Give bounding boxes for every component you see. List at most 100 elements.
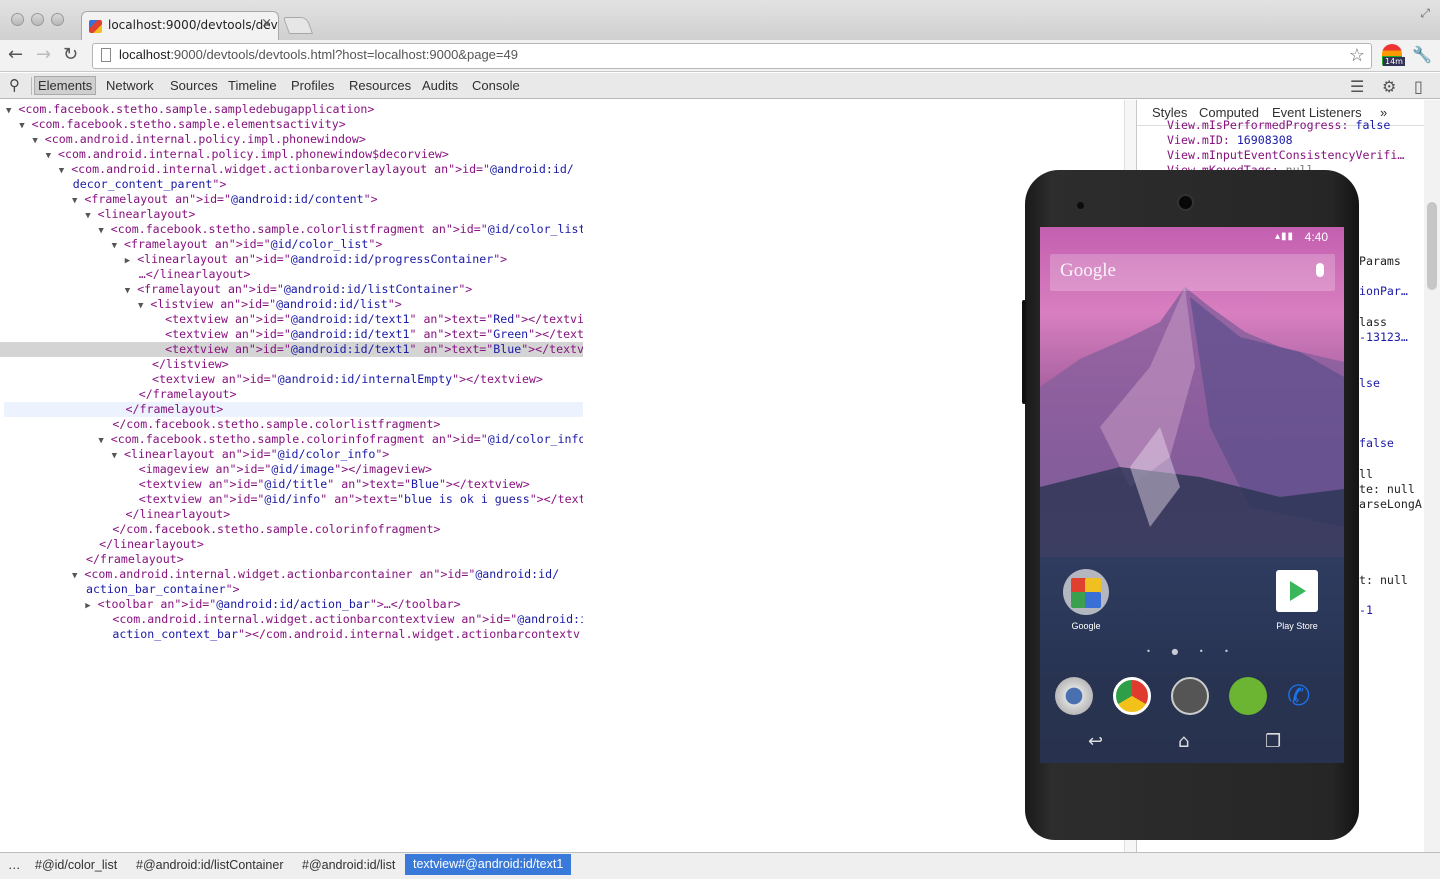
- dom-tree-row[interactable]: <textview an">id="@android:id/text1" an"…: [151, 312, 583, 327]
- dom-tree-row[interactable]: <textview an">id="@id/info" an">text="bl…: [125, 492, 583, 507]
- dom-tree-row[interactable]: </com.facebook.stetho.sample.colorinfofr…: [98, 522, 440, 537]
- dom-tree-row[interactable]: ▼ <linearlayout an">id="@id/color_info">: [112, 447, 390, 462]
- expand-triangle-icon[interactable]: ▼: [138, 301, 143, 311]
- extension-icon[interactable]: 14m: [1382, 44, 1405, 66]
- dom-tree-row[interactable]: ▼ <com.android.internal.widget.actionbar…: [59, 162, 574, 177]
- recents-key-icon[interactable]: ❐: [1265, 731, 1281, 752]
- dom-tree-row[interactable]: <textview an">id="@android:id/internalEm…: [138, 372, 543, 387]
- expand-triangle-icon[interactable]: ▼: [72, 571, 77, 581]
- tab-close-icon[interactable]: ×: [261, 16, 272, 31]
- back-arrow-icon[interactable]: ←: [8, 44, 23, 66]
- dom-tree-row[interactable]: ▼ <listview an">id="@android:id/list">: [138, 297, 402, 312]
- window-restore-icon[interactable]: ⤢: [1420, 6, 1430, 21]
- dom-tree-row[interactable]: </listview>: [138, 357, 229, 372]
- reload-icon[interactable]: ↻: [63, 44, 78, 66]
- inspect-search-icon[interactable]: ⚲: [9, 76, 20, 94]
- extension-badge: 14m: [1383, 57, 1405, 66]
- google-search-bar[interactable]: Google: [1050, 254, 1335, 291]
- expand-triangle-icon[interactable]: ▼: [32, 136, 37, 146]
- dom-tree-row[interactable]: ▼ <com.facebook.stetho.sample.elementsac…: [19, 117, 346, 132]
- wrench-menu-icon[interactable]: 🔧: [1412, 45, 1432, 64]
- dom-tree-row[interactable]: </framelayout>: [72, 552, 184, 567]
- breadcrumb-ellipsis[interactable]: …: [8, 858, 21, 872]
- dock-icon[interactable]: ▯: [1414, 77, 1423, 96]
- expand-triangle-icon[interactable]: ▼: [6, 106, 11, 116]
- dom-tree-row[interactable]: </framelayout>: [112, 402, 224, 417]
- new-tab-button[interactable]: [282, 17, 314, 34]
- phone-dialer-icon[interactable]: ✆: [1287, 677, 1325, 715]
- address-bar[interactable]: localhost:9000/devtools/devtools.html?ho…: [92, 43, 1372, 69]
- dom-tree-row[interactable]: ▼ <linearlayout>: [85, 207, 195, 222]
- dom-tree-row[interactable]: ▼ <com.android.internal.policy.impl.phon…: [46, 147, 449, 162]
- tab-network[interactable]: Network: [106, 77, 154, 94]
- dom-tree-row[interactable]: ▼ <framelayout an">id="@id/color_list">: [112, 237, 383, 252]
- window-minimize-button[interactable]: [31, 13, 44, 26]
- tab-sources[interactable]: Sources: [170, 77, 218, 94]
- bookmark-star-icon[interactable]: ☆: [1349, 45, 1365, 66]
- expand-triangle-icon[interactable]: ▼: [98, 436, 103, 446]
- dom-tree-row[interactable]: ▼ <com.android.internal.widget.actionbar…: [72, 567, 559, 582]
- phone-status-bar: ▴▮▮ 4:40: [1040, 227, 1344, 249]
- tab-console[interactable]: Console: [472, 77, 520, 94]
- sidebar-scrollbar[interactable]: [1424, 100, 1440, 852]
- hangouts-icon[interactable]: [1229, 677, 1267, 715]
- breadcrumb-selected-textview[interactable]: textview#@android:id/text1: [405, 854, 572, 875]
- window-maximize-button[interactable]: [51, 13, 64, 26]
- dom-tree-row[interactable]: ▼ <com.android.internal.policy.impl.phon…: [32, 132, 365, 147]
- expand-triangle-icon[interactable]: ▶: [125, 256, 130, 266]
- expand-triangle-icon[interactable]: ▼: [72, 196, 77, 206]
- dom-tree-row[interactable]: </linearlayout>: [112, 507, 231, 522]
- back-key-icon[interactable]: ↩: [1088, 731, 1103, 752]
- dom-tree-row[interactable]: </com.facebook.stetho.sample.colorlistfr…: [98, 417, 440, 432]
- dom-tree-row[interactable]: <textview an">id="@android:id/text1" an"…: [151, 327, 583, 342]
- dom-tree-row[interactable]: <imageview an">id="@id/image"></imagevie…: [125, 462, 432, 477]
- breadcrumb-list[interactable]: #@android:id/list: [302, 858, 395, 872]
- dom-tree-row[interactable]: ▼ <com.facebook.stetho.sample.colorlistf…: [98, 222, 583, 237]
- dom-tree-row[interactable]: ▶ <toolbar an">id="@android:id/action_ba…: [85, 597, 460, 612]
- dom-tree-row[interactable]: ▼ <framelayout an">id="@android:id/conte…: [72, 192, 378, 207]
- mic-icon[interactable]: [1316, 263, 1324, 277]
- dom-tree-row[interactable]: ▼ <framelayout an">id="@android:id/listC…: [125, 282, 473, 297]
- window-close-button[interactable]: [11, 13, 24, 26]
- console-drawer-icon[interactable]: ☰: [1350, 77, 1364, 96]
- tab-audits[interactable]: Audits: [422, 77, 458, 94]
- dom-tree-row[interactable]: <textview an">id="@id/title" an">text="B…: [125, 477, 530, 492]
- breadcrumb-color-list[interactable]: #@id/color_list: [35, 858, 117, 872]
- expand-triangle-icon[interactable]: ▼: [98, 226, 103, 236]
- tab-profiles[interactable]: Profiles: [291, 77, 334, 94]
- dom-tree-row[interactable]: </linearlayout>: [85, 537, 204, 552]
- forward-arrow-icon[interactable]: →: [36, 44, 51, 66]
- expand-triangle-icon[interactable]: ▼: [59, 166, 64, 176]
- google-folder-icon[interactable]: [1063, 569, 1109, 615]
- expand-triangle-icon[interactable]: ▼: [46, 151, 51, 161]
- dom-tree-row[interactable]: </framelayout>: [125, 387, 237, 402]
- dom-tree-row[interactable]: ▼ <com.facebook.stetho.sample.colorinfof…: [98, 432, 583, 447]
- breadcrumb-list-container[interactable]: #@android:id/listContainer: [136, 858, 284, 872]
- dom-tree-row[interactable]: action_bar_container">: [72, 582, 240, 597]
- dom-tree-row[interactable]: ▼ <com.facebook.stetho.sample.sampledebu…: [6, 102, 374, 117]
- page-indicator: • ● • •: [1146, 647, 1238, 656]
- gear-icon[interactable]: ⚙: [1382, 77, 1396, 96]
- dom-tree-row[interactable]: ▶ <linearlayout an">id="@android:id/prog…: [125, 252, 507, 267]
- camera-icon[interactable]: [1055, 677, 1093, 715]
- chrome-icon[interactable]: [1113, 677, 1151, 715]
- tab-timeline[interactable]: Timeline: [228, 77, 277, 94]
- expand-triangle-icon[interactable]: ▼: [125, 286, 130, 296]
- expand-triangle-icon[interactable]: ▼: [112, 241, 117, 251]
- home-key-icon[interactable]: ⌂: [1178, 731, 1189, 752]
- browser-tab[interactable]: localhost:9000/devtools/dev ×: [81, 11, 279, 40]
- dom-tree-row[interactable]: <textview an">id="@android:id/text1" an"…: [151, 342, 583, 357]
- tab-elements[interactable]: Elements: [34, 76, 97, 95]
- dom-tree-row[interactable]: action_context_bar"></com.android.intern…: [98, 627, 580, 642]
- expand-triangle-icon[interactable]: ▼: [112, 451, 117, 461]
- dom-tree-row[interactable]: …</linearlayout>: [125, 267, 251, 282]
- play-store-icon[interactable]: [1276, 570, 1318, 612]
- scrollbar-thumb[interactable]: [1427, 202, 1437, 290]
- expand-triangle-icon[interactable]: ▼: [19, 121, 24, 131]
- dom-tree-row[interactable]: decor_content_parent">: [59, 177, 227, 192]
- tab-resources[interactable]: Resources: [349, 77, 411, 94]
- app-drawer-icon[interactable]: [1171, 677, 1209, 715]
- dom-tree-row[interactable]: <com.android.internal.widget.actionbarco…: [98, 612, 583, 627]
- expand-triangle-icon[interactable]: ▶: [85, 601, 90, 611]
- expand-triangle-icon[interactable]: ▼: [85, 211, 90, 221]
